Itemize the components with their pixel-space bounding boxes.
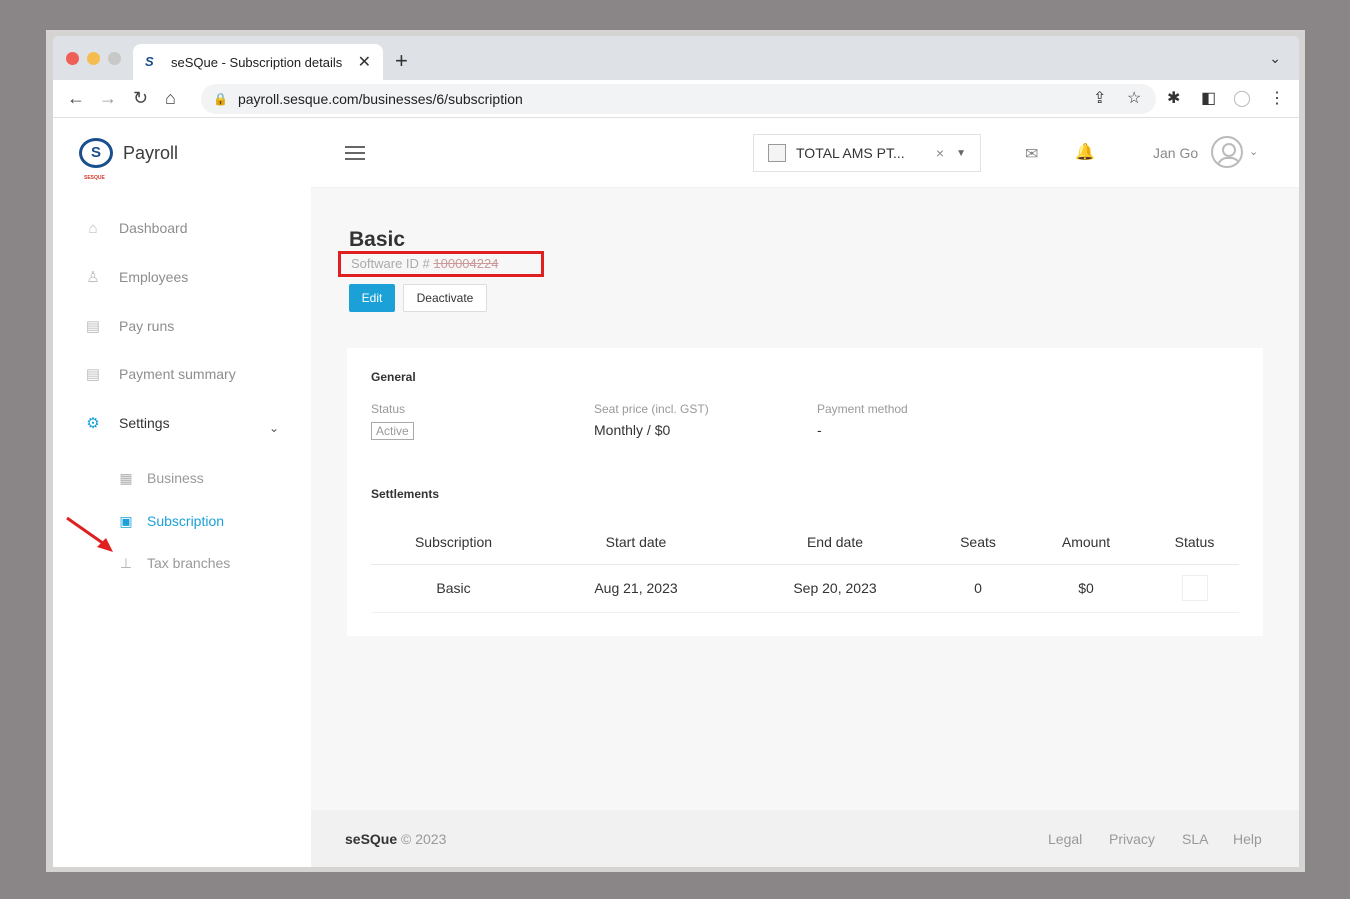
column-header: Seats [934,520,1022,565]
url-text: payroll.sesque.com/businesses/6/subscrip… [237,91,523,107]
footer-link-help[interactable]: Help [1233,831,1262,847]
column-header: Subscription [371,520,536,565]
main-content: Basic Software ID # 100004224 Edit Deact… [311,188,1299,810]
back-icon[interactable]: ← [67,88,85,109]
clear-icon[interactable]: × [936,145,944,161]
building-icon [768,144,786,162]
mail-icon[interactable]: ✉ [1025,144,1038,164]
brand[interactable]: S SESQUE Payroll [79,138,179,181]
business-select[interactable]: TOTAL AMS PT... × ▼ [753,134,981,172]
avatar[interactable] [1211,136,1243,168]
forward-icon[interactable]: → [99,88,117,109]
user-name[interactable]: Jan Go [1153,145,1198,161]
sidebar-subitem-subscription[interactable]: ▣ Subscription [117,509,224,533]
settlements-table: Subscription Start date End date Seats A… [371,520,1239,613]
status-badge: Active [371,422,414,440]
table-header-row: Subscription Start date End date Seats A… [371,520,1239,565]
status-label: Status [371,402,406,416]
document-icon: ▤ [85,366,101,383]
software-id: Software ID # 100004224 [338,251,544,277]
seat-price-label: Seat price (incl. GST) [594,402,709,416]
footer-link-legal[interactable]: Legal [1048,831,1082,847]
table-cell: 0 [934,564,1022,613]
top-bar: TOTAL AMS PT... × ▼ ✉ 🔔 Jan Go ⌄ [311,118,1299,188]
maximize-window-button[interactable] [108,52,121,65]
gear-icon: ⚙ [86,415,100,432]
chevron-down-icon[interactable]: ⌄ [269,421,279,435]
sidebar-item-payment-summary[interactable]: ▤ Payment summary [83,362,236,386]
table-cell [1150,564,1239,613]
table-cell: Basic [371,564,536,613]
column-header: Amount [1022,520,1150,565]
minimize-window-button[interactable] [87,52,100,65]
close-tab-icon[interactable]: ✕ [358,52,371,72]
share-icon[interactable]: ⇪ [1093,88,1106,108]
browser-tab-strip: S seSQue - Subscription details ✕ + ⌄ [53,36,1299,80]
sidebar-item-employees[interactable]: ♙ Employees [83,265,188,289]
address-bar: ← → ↻ ⌂ 🔒 payroll.sesque.com/businesses/… [53,80,1299,118]
payment-method-label: Payment method [817,402,908,416]
tab-title: seSQue - Subscription details [171,54,343,70]
calendar-icon: ▣ [119,512,133,529]
caret-down-icon[interactable]: ▼ [956,148,966,159]
menu-kebab-icon[interactable]: ⋮ [1269,88,1285,108]
footer-link-sla[interactable]: SLA [1182,831,1208,847]
users-icon: ♙ [86,269,100,286]
browser-window: S seSQue - Subscription details ✕ + ⌄ ← … [53,36,1299,867]
status-indicator [1181,575,1208,601]
building-icon: ▦ [119,469,133,486]
subscription-card: General Status Active Seat price (incl. … [347,348,1263,636]
home-icon[interactable]: ⌂ [165,88,176,109]
url-field[interactable]: 🔒 payroll.sesque.com/businesses/6/subscr… [201,84,1156,114]
sidebar-subitem-business[interactable]: ▦ Business [117,466,203,490]
annotation-arrow-icon [66,516,113,552]
hamburger-menu-icon[interactable] [345,146,365,164]
chevron-down-icon[interactable]: ⌄ [1249,145,1258,158]
app: S SESQUE Payroll ⌂ Dashboard ♙ Employees… [53,118,1299,867]
page-title: Basic [349,228,406,251]
seat-price-value: Monthly / $0 [594,422,671,438]
table-cell: $0 [1022,564,1150,613]
new-tab-button[interactable]: + [395,48,408,74]
general-section-title: General [371,370,416,384]
edit-button[interactable]: Edit [349,284,395,312]
settlements-section-title: Settlements [371,487,440,501]
footer: seSQue © 2023 Legal Privacy SLA Help [311,810,1299,867]
browser-tab[interactable]: S seSQue - Subscription details ✕ [133,44,383,80]
table-cell: Sep 20, 2023 [736,564,934,613]
column-header: Status [1150,520,1239,565]
lock-icon: 🔒 [213,92,228,106]
column-header: End date [736,520,934,565]
table-row[interactable]: Basic Aug 21, 2023 Sep 20, 2023 0 $0 [371,564,1239,613]
sidebar-item-settings[interactable]: ⚙ Settings [83,411,169,435]
side-panel-icon[interactable]: ◧ [1201,88,1216,108]
deactivate-button[interactable]: Deactivate [403,284,487,312]
profile-icon[interactable]: ◯ [1233,88,1251,108]
bookmark-star-icon[interactable]: ☆ [1127,88,1141,108]
favicon-icon: S [145,54,154,69]
sesque-logo-icon: S SESQUE [79,138,113,181]
sidebar-item-dashboard[interactable]: ⌂ Dashboard [83,216,187,240]
sitemap-icon: ⊥ [119,554,133,571]
brand-name: Payroll [123,142,179,163]
close-window-button[interactable] [66,52,79,65]
sidebar-item-pay-runs[interactable]: ▤ Pay runs [83,314,174,338]
footer-brand: seSQue © 2023 [345,831,447,847]
footer-link-privacy[interactable]: Privacy [1109,831,1155,847]
column-header: Start date [536,520,736,565]
reload-icon[interactable]: ↻ [133,88,148,109]
tab-search-chevron-icon[interactable]: ⌄ [1269,50,1281,67]
payment-method-value: - [817,422,822,438]
sidebar-subitem-tax-branches[interactable]: ⊥ Tax branches [117,551,230,575]
sidebar: S SESQUE Payroll ⌂ Dashboard ♙ Employees… [53,118,311,867]
home-icon: ⌂ [88,219,98,237]
document-icon: ▤ [85,318,101,335]
extensions-icon[interactable]: ✱ [1167,88,1180,108]
table-cell: Aug 21, 2023 [536,564,736,613]
bell-icon[interactable]: 🔔 [1075,142,1095,162]
